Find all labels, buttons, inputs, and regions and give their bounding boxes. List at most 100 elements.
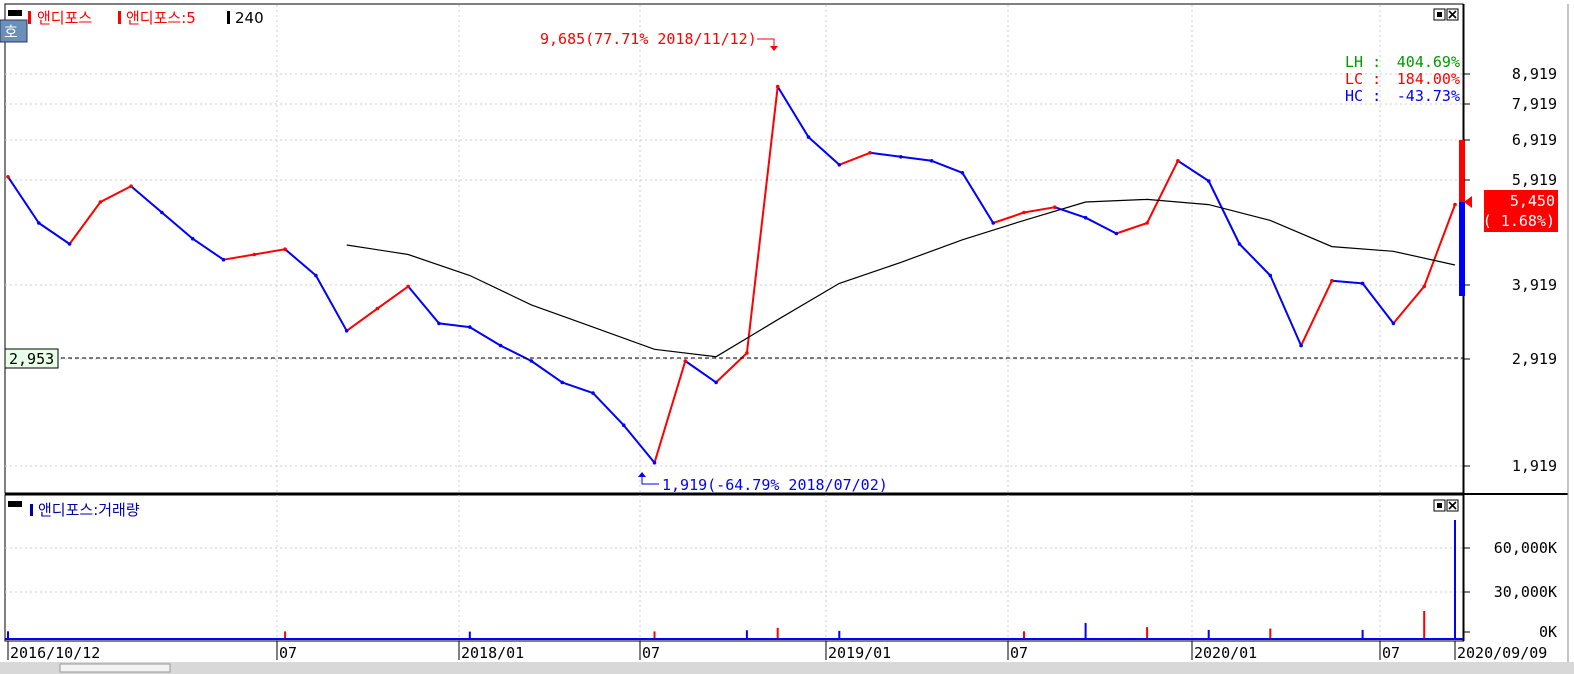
price-point bbox=[837, 163, 842, 167]
x-tick: 07 bbox=[1010, 644, 1028, 662]
series2-marker bbox=[118, 11, 121, 24]
price-point bbox=[1022, 210, 1026, 215]
volume-tick: 60,000K bbox=[1494, 539, 1557, 557]
price-tick: 7,919 bbox=[1512, 95, 1557, 113]
legend-series3[interactable]: 240 bbox=[235, 9, 264, 27]
high-annotation: 9,685(77.71% 2018/11/12) bbox=[540, 30, 757, 48]
x-axis: 2016/10/12 07 2018/01 07 2019/01 07 2020… bbox=[7, 641, 1547, 662]
price-point bbox=[1453, 202, 1457, 207]
volume-axis: 60,000K 30,000K 0K bbox=[1464, 539, 1557, 641]
volume-tick: 0K bbox=[1539, 623, 1557, 641]
reference-value-label: 2,953 bbox=[9, 350, 54, 368]
stat-lc-value: 184.00% bbox=[1397, 70, 1460, 88]
volume-series-marker bbox=[30, 504, 33, 516]
legend-series1[interactable]: 앤디포스 bbox=[37, 9, 92, 27]
price-point bbox=[37, 221, 41, 225]
price-point bbox=[283, 247, 287, 251]
x-tick: 2016/10/12 bbox=[10, 644, 100, 662]
current-range-up-bar bbox=[1459, 140, 1465, 202]
price-point bbox=[437, 321, 441, 326]
price-point bbox=[1422, 284, 1426, 289]
stat-lc-label: LC : bbox=[1345, 70, 1381, 88]
x-tick: 07 bbox=[279, 644, 297, 662]
x-tick: 2020/09/09 bbox=[1457, 644, 1547, 662]
stat-hc-label: HC : bbox=[1345, 87, 1381, 105]
volume-maximize-icon-inner bbox=[1437, 503, 1442, 508]
price-point bbox=[960, 171, 965, 175]
price-point bbox=[1391, 321, 1396, 326]
price-point bbox=[806, 135, 811, 139]
price-point bbox=[314, 273, 318, 278]
stat-lh-label: LH : bbox=[1345, 53, 1381, 71]
price-tick: 8,919 bbox=[1512, 65, 1557, 83]
price-point bbox=[1360, 281, 1365, 286]
price-point bbox=[129, 184, 133, 188]
price-point bbox=[221, 257, 226, 262]
price-point bbox=[929, 159, 934, 163]
price-tick: 1,919 bbox=[1512, 457, 1557, 475]
current-price-change: ( 1.68%) bbox=[1483, 212, 1555, 230]
price-point bbox=[775, 84, 780, 89]
maximize-icon-inner bbox=[1437, 12, 1442, 17]
price-point bbox=[591, 391, 595, 395]
price-point bbox=[714, 380, 718, 385]
x-tick: 2018/01 bbox=[461, 644, 524, 662]
volume-bar bbox=[1084, 622, 1087, 640]
x-tick: 2019/01 bbox=[828, 644, 891, 662]
price-point bbox=[1145, 221, 1149, 225]
price-point bbox=[6, 175, 10, 179]
price-point bbox=[745, 351, 749, 355]
stat-lh-value: 404.69% bbox=[1397, 53, 1460, 71]
price-tick: 5,919 bbox=[1512, 171, 1557, 189]
series3-marker bbox=[227, 11, 230, 24]
x-tick: 2020/01 bbox=[1194, 644, 1257, 662]
panel-menu-icon[interactable] bbox=[8, 10, 22, 16]
price-point bbox=[67, 242, 72, 246]
price-point bbox=[1206, 179, 1211, 183]
price-point bbox=[190, 236, 195, 241]
scrollbar-thumb[interactable] bbox=[59, 663, 171, 673]
price-tick: 3,919 bbox=[1512, 276, 1557, 294]
current-price-pointer-icon bbox=[1464, 196, 1472, 208]
stat-hc-value: -43.73% bbox=[1397, 87, 1460, 105]
price-point bbox=[1176, 159, 1180, 163]
legend-series2[interactable]: 앤디포스:5 bbox=[126, 9, 196, 27]
price-point bbox=[652, 460, 657, 465]
scrollbar-track[interactable] bbox=[0, 662, 1574, 674]
current-price-value: 5,450 bbox=[1510, 192, 1555, 210]
price-point bbox=[1330, 278, 1334, 283]
price-point bbox=[375, 306, 380, 311]
price-axis: 8,919 7,919 6,919 5,919 3,919 2,919 1,91… bbox=[1464, 65, 1557, 475]
price-point bbox=[1083, 215, 1088, 220]
price-point bbox=[98, 200, 103, 204]
volume-panel-frame bbox=[4, 494, 1464, 642]
price-point bbox=[1114, 231, 1119, 236]
price-point bbox=[1299, 343, 1303, 348]
legend-volume[interactable]: 앤디포스:거래량 bbox=[38, 501, 140, 519]
current-range-down-bar bbox=[1459, 202, 1465, 296]
price-point bbox=[529, 359, 534, 363]
price-point bbox=[406, 284, 411, 289]
low-annotation: 1,919(-64.79% 2018/07/02) bbox=[662, 476, 888, 494]
x-tick: 07 bbox=[642, 644, 660, 662]
price-tick: 6,919 bbox=[1512, 131, 1557, 149]
mode-button-label: 호 bbox=[4, 23, 18, 41]
price-point bbox=[498, 343, 503, 348]
volume-panel-menu-icon[interactable] bbox=[8, 501, 22, 507]
price-point bbox=[991, 221, 995, 225]
price-point bbox=[252, 252, 257, 257]
price-point bbox=[468, 325, 472, 329]
x-tick: 07 bbox=[1382, 644, 1400, 662]
series1-marker bbox=[28, 11, 31, 24]
price-point bbox=[683, 359, 688, 363]
volume-bar bbox=[1423, 611, 1426, 640]
price-point bbox=[344, 329, 349, 333]
price-point bbox=[560, 380, 564, 385]
price-point bbox=[621, 423, 626, 428]
volume-bar bbox=[1454, 520, 1456, 640]
price-point bbox=[160, 210, 164, 215]
price-point bbox=[1268, 273, 1273, 278]
price-point bbox=[1053, 205, 1057, 209]
price-tick: 2,919 bbox=[1512, 350, 1557, 368]
stock-chart: 2,953 앤디포스 앤디포스:5 240 호 LH : 404.69% LC … bbox=[0, 3, 1574, 674]
